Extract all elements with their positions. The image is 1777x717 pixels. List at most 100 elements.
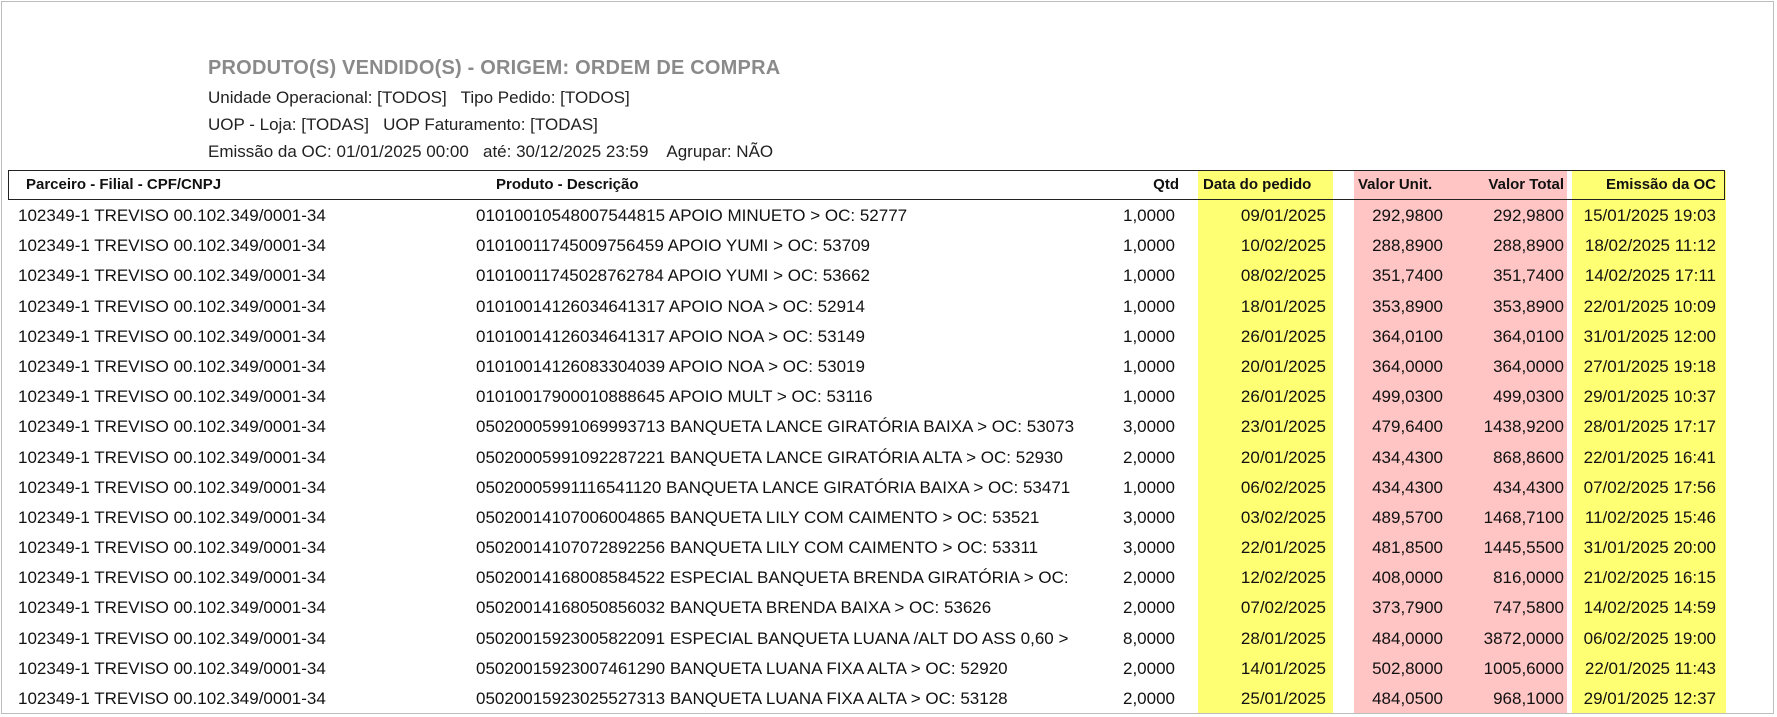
cell-emissao: 18/02/2025 11:12	[1584, 236, 1716, 256]
cell-data-pedido: 20/01/2025	[1240, 447, 1326, 467]
cell-qtd: 2,0000	[1123, 658, 1175, 678]
cell-valor-unit: 434,4300	[1372, 477, 1443, 497]
cell-parceiro: 102349-1 TREVISO 00.102.349/0001-34	[18, 356, 326, 376]
cell-emissao: 14/02/2025 14:59	[1583, 598, 1716, 618]
cell-data-pedido: 14/01/2025	[1240, 658, 1326, 678]
cell-qtd: 2,0000	[1123, 447, 1175, 467]
col-header-valor-total: Valor Total	[1488, 176, 1564, 193]
cell-data-pedido: 12/02/2025	[1240, 568, 1326, 588]
cell-qtd: 2,0000	[1123, 568, 1175, 588]
cell-emissao: 11/02/2025 15:46	[1584, 507, 1716, 527]
cell-qtd: 2,0000	[1123, 689, 1175, 708]
cell-valor-unit: 373,7900	[1372, 598, 1443, 618]
table-row: 102349-1 TREVISO 00.102.349/0001-34 01010…	[8, 351, 1725, 381]
cell-valor-unit: 499,0300	[1372, 387, 1443, 407]
filter-line-unidade: Unidade Operacional: [TODOS] Tipo Pedido…	[208, 88, 630, 107]
cell-valor-total: 292,9800	[1493, 206, 1564, 225]
cell-qtd: 8,0000	[1123, 628, 1175, 648]
cell-valor-total: 3872,0000	[1483, 628, 1564, 648]
cell-data-pedido: 26/01/2025	[1240, 387, 1326, 407]
cell-parceiro: 102349-1 TREVISO 00.102.349/0001-34	[18, 387, 326, 407]
cell-emissao: 21/02/2025 16:15	[1583, 568, 1716, 588]
table-row: 102349-1 TREVISO 00.102.349/0001-34 01010…	[8, 260, 1725, 290]
cell-data-pedido: 18/01/2025	[1240, 296, 1326, 316]
cell-parceiro: 102349-1 TREVISO 00.102.349/0001-34	[18, 236, 326, 256]
cell-valor-unit: 481,8500	[1372, 538, 1443, 558]
cell-produto: 05020015923007461290 BANQUETA LUANA FIXA…	[476, 658, 1008, 678]
cell-qtd: 1,0000	[1123, 387, 1175, 407]
cell-qtd: 3,0000	[1123, 417, 1175, 437]
col-header-data: Data do pedido	[1203, 176, 1312, 193]
cell-emissao: 22/01/2025 10:09	[1583, 296, 1716, 316]
col-header-parceiro: Parceiro - Filial - CPF/CNPJ	[26, 176, 222, 193]
cell-valor-total: 1468,7100	[1483, 507, 1564, 527]
cell-qtd: 3,0000	[1123, 507, 1175, 527]
cell-valor-unit: 408,0000	[1372, 568, 1443, 588]
cell-valor-total: 747,5800	[1493, 598, 1564, 618]
cell-valor-total: 351,7400	[1493, 266, 1564, 286]
cell-parceiro: 102349-1 TREVISO 00.102.349/0001-34	[18, 689, 326, 708]
cell-produto: 05020014168008584522 ESPECIAL BANQUETA B…	[476, 568, 1069, 588]
cell-valor-total: 364,0000	[1493, 356, 1564, 376]
cell-valor-unit: 364,0000	[1372, 356, 1443, 376]
cell-valor-total: 968,1000	[1493, 689, 1564, 708]
cell-valor-total: 1438,9200	[1483, 417, 1564, 437]
cell-parceiro: 102349-1 TREVISO 00.102.349/0001-34	[18, 658, 326, 678]
cell-data-pedido: 03/02/2025	[1240, 507, 1326, 527]
cell-data-pedido: 10/02/2025	[1240, 236, 1326, 256]
cell-valor-unit: 288,8900	[1372, 236, 1443, 256]
cell-emissao: 14/02/2025 17:11	[1584, 266, 1716, 286]
cell-emissao: 29/01/2025 10:37	[1583, 387, 1716, 407]
cell-valor-total: 364,0100	[1493, 326, 1564, 346]
cell-emissao: 07/02/2025 17:56	[1583, 477, 1716, 497]
table-row: 102349-1 TREVISO 00.102.349/0001-34 01010…	[8, 321, 1725, 351]
cell-qtd: 1,0000	[1123, 296, 1175, 316]
table-row: 102349-1 TREVISO 00.102.349/0001-34 05020…	[8, 442, 1725, 472]
table-row: 102349-1 TREVISO 00.102.349/0001-34 01010…	[8, 381, 1725, 411]
cell-valor-total: 499,0300	[1493, 387, 1564, 407]
cell-parceiro: 102349-1 TREVISO 00.102.349/0001-34	[18, 266, 326, 286]
table-body: 102349-1 TREVISO 00.102.349/0001-34 01010…	[8, 200, 1725, 713]
col-header-emissao: Emissão da OC	[1605, 176, 1716, 193]
cell-qtd: 1,0000	[1123, 266, 1175, 286]
cell-parceiro: 102349-1 TREVISO 00.102.349/0001-34	[18, 538, 326, 558]
cell-parceiro: 102349-1 TREVISO 00.102.349/0001-34	[18, 326, 326, 346]
table-row: 102349-1 TREVISO 00.102.349/0001-34 01010…	[8, 230, 1725, 260]
cell-parceiro: 102349-1 TREVISO 00.102.349/0001-34	[18, 417, 326, 437]
cell-parceiro: 102349-1 TREVISO 00.102.349/0001-34	[18, 568, 326, 588]
cell-produto: 05020015923025527313 BANQUETA LUANA FIXA…	[476, 689, 1008, 708]
cell-parceiro: 102349-1 TREVISO 00.102.349/0001-34	[18, 628, 326, 648]
cell-valor-unit: 484,0500	[1372, 689, 1443, 708]
cell-qtd: 1,0000	[1123, 477, 1175, 497]
cell-emissao: 22/01/2025 16:41	[1583, 447, 1716, 467]
cell-valor-total: 1445,5500	[1483, 538, 1564, 558]
cell-produto: 05020005991069993713 BANQUETA LANCE GIRA…	[476, 417, 1075, 437]
filter-line-uop: UOP - Loja: [TODAS] UOP Faturamento: [TO…	[208, 115, 598, 134]
cell-valor-total: 868,8600	[1493, 447, 1564, 467]
cell-produto: 01010010548007544815 APOIO MINUETO > OC:…	[476, 206, 908, 225]
cell-produto: 05020005991116541120 BANQUETA LANCE GIRA…	[476, 477, 1071, 497]
cell-valor-unit: 353,8900	[1372, 296, 1443, 316]
report-header: PRODUTO(S) VENDIDO(S) - ORIGEM: ORDEM DE…	[208, 57, 780, 169]
cell-produto: 01010014126034641317 APOIO NOA > OC: 531…	[476, 326, 865, 346]
cell-valor-total: 353,8900	[1493, 296, 1564, 316]
table-row: 102349-1 TREVISO 00.102.349/0001-34 05020…	[8, 502, 1725, 532]
cell-qtd: 1,0000	[1123, 326, 1175, 346]
cell-qtd: 1,0000	[1123, 356, 1175, 376]
table-row: 102349-1 TREVISO 00.102.349/0001-34 05020…	[8, 623, 1725, 653]
cell-valor-total: 816,0000	[1493, 568, 1564, 588]
col-header-valor-unit: Valor Unit.	[1358, 176, 1433, 193]
cell-data-pedido: 20/01/2025	[1240, 356, 1326, 376]
cell-produto: 05020005991092287221 BANQUETA LANCE GIRA…	[476, 447, 1064, 467]
cell-qtd: 3,0000	[1123, 538, 1175, 558]
table-row: 102349-1 TREVISO 00.102.349/0001-34 01010…	[8, 291, 1725, 321]
cell-valor-unit: 364,0100	[1372, 326, 1443, 346]
cell-emissao: 29/01/2025 12:37	[1583, 689, 1716, 708]
report-frame: PRODUTO(S) VENDIDO(S) - ORIGEM: ORDEM DE…	[1, 1, 1774, 714]
cell-data-pedido: 25/01/2025	[1240, 689, 1326, 708]
cell-valor-unit: 434,4300	[1372, 447, 1443, 467]
cell-produto: 05020015923005822091 ESPECIAL BANQUETA L…	[476, 628, 1069, 648]
cell-produto: 05020014168050856032 BANQUETA BRENDA BAI…	[476, 598, 992, 618]
cell-emissao: 06/02/2025 19:00	[1583, 628, 1716, 648]
cell-emissao: 31/01/2025 20:00	[1583, 538, 1716, 558]
